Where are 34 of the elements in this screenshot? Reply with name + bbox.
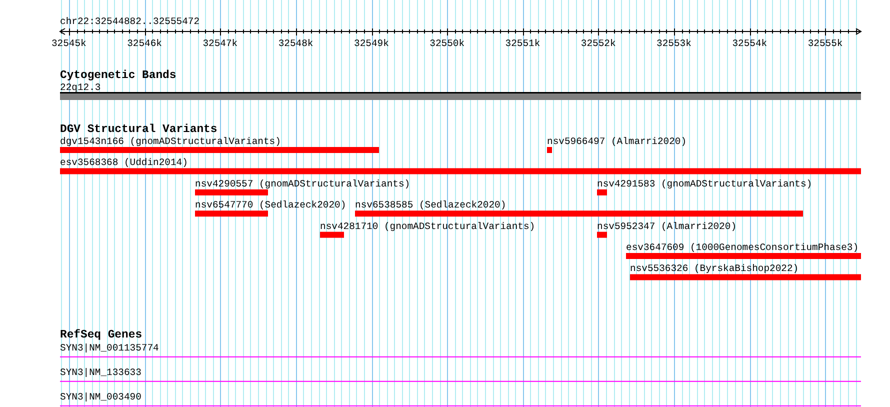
variant-label: nsv4291583 (gnomADStructuralVariants) xyxy=(597,178,812,190)
tick-label: 32555k xyxy=(808,38,843,49)
tick-label: 32550k xyxy=(430,38,465,49)
tick-label: 32546k xyxy=(127,38,162,49)
tick-label: 32547k xyxy=(202,38,238,49)
gene-label: SYN3|NM_133633 xyxy=(60,366,142,378)
region-label: chr22:32544882..32555472 xyxy=(60,16,200,27)
tick-label: 32554k xyxy=(732,38,768,49)
variant-label: nsv6547770 (Sedlazeck2020) xyxy=(195,200,346,211)
track-title: Cytogenetic Bands xyxy=(60,70,176,82)
tick-label: 32552k xyxy=(580,38,616,49)
variant-bar xyxy=(597,232,607,238)
gene-label: SYN3|NM_003490 xyxy=(60,391,142,402)
variant-label: nsv4281710 (gnomADStructuralVariants) xyxy=(320,220,536,232)
variant-label: esv3568368 (Uddin2014) xyxy=(60,157,188,168)
variant-label: esv3647609 (1000GenomesConsortiumPhase3) xyxy=(626,242,859,253)
variant-label: nsv6538585 (Sedlazeck2020) xyxy=(355,200,506,211)
variant-label: nsv5966497 (Almarri2020) xyxy=(547,136,687,147)
track-title: RefSeq Genes xyxy=(60,329,142,342)
variant-label: nsv4290557 (gnomADStructuralVariants) xyxy=(195,178,410,190)
gene-label: SYN3|NM_001135774 xyxy=(60,342,159,354)
tick-label: 32549k xyxy=(354,38,389,49)
variant-label: dgv1543n166 (gnomADStructuralVariants) xyxy=(60,136,281,147)
tick-label: 32553k xyxy=(656,38,692,49)
tick-label: 32548k xyxy=(278,38,314,49)
variant-bar xyxy=(547,147,552,153)
variant-label: nsv5536326 (ByrskaBishop2022) xyxy=(630,263,799,274)
track-title: DGV Structural Variants xyxy=(60,124,218,136)
variant-bar xyxy=(597,189,607,196)
tick-label: 32545k xyxy=(51,38,86,49)
tick-label: 32551k xyxy=(505,38,540,49)
variant-bar xyxy=(320,232,344,238)
band-label: 22q12.3 xyxy=(60,82,101,93)
variant-label: nsv5952347 (Almarri2020) xyxy=(597,220,737,232)
